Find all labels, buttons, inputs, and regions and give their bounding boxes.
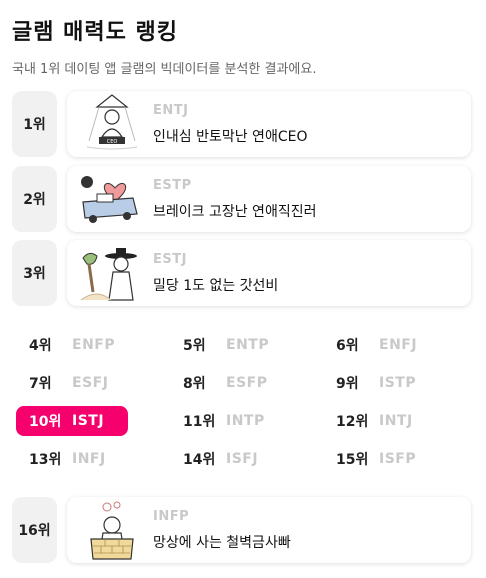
well-character-icon — [90, 501, 134, 560]
grid-rank-item[interactable]: 15위 ISFP — [323, 444, 435, 474]
grid-rank: 8위 — [183, 376, 206, 392]
grid-rank: 11위 — [183, 414, 216, 430]
grid-rank-item[interactable]: 4위 ENFP — [16, 330, 128, 360]
type-nickname: 밀당 1도 없는 갓선비 — [153, 278, 279, 294]
rank-card[interactable]: ESTP 브레이크 고장난 연애직진러 — [67, 166, 471, 232]
grid-type: ISFP — [379, 451, 417, 467]
rank-row-3[interactable]: 3위 ESTJ 밀당 1도 없는 갓선비 — [12, 240, 471, 306]
grid-type: ISFJ — [226, 451, 259, 467]
page-title: 글램 매력도 랭킹 — [12, 20, 178, 45]
car-heart-icon — [81, 176, 138, 223]
grid-type: ISTP — [379, 375, 417, 391]
scholar-gat-icon — [80, 248, 137, 301]
grid-rank-item[interactable]: 14위 ISFJ — [170, 444, 282, 474]
grid-rank: 9위 — [336, 376, 359, 392]
mbti-type: ESTP — [153, 178, 192, 193]
rank-badge: 3위 — [12, 240, 57, 306]
grid-rank: 7위 — [29, 376, 52, 392]
ceo-character-icon: CEO — [86, 94, 138, 150]
rank-card[interactable]: INFP 망상에 사는 철벽금사빠 — [67, 497, 471, 563]
rank-row-16[interactable]: 16위 INFP 망상에 사는 철벽금사빠 — [12, 497, 471, 563]
grid-rank-item[interactable]: 5위 ENTP — [170, 330, 282, 360]
rank-row-2[interactable]: 2위 ESTP 브레이크 고장난 연애직진러 — [12, 166, 471, 232]
grid-rank: 4위 — [29, 338, 52, 354]
grid-type: ISTJ — [72, 413, 105, 429]
grid-rank-item[interactable]: 6위 ENFJ — [323, 330, 435, 360]
grid-rank: 15위 — [336, 452, 369, 468]
mbti-type: ENTJ — [153, 103, 189, 118]
grid-type: INTP — [226, 413, 265, 429]
grid-rank: 6위 — [336, 338, 359, 354]
rank-badge: 16위 — [12, 497, 57, 563]
grid-type: ENFP — [72, 337, 116, 353]
type-nickname: 망상에 사는 철벽금사빠 — [153, 535, 291, 551]
page-subtitle: 국내 1위 데이팅 앱 글램의 빅데이터를 분석한 결과에요. — [12, 62, 317, 77]
grid-rank-item[interactable]: 11위 INTP — [170, 406, 282, 436]
grid-type: ESFJ — [72, 375, 109, 391]
grid-type: ESFP — [226, 375, 268, 391]
grid-type: INTJ — [379, 413, 413, 429]
grid-rank: 13위 — [29, 452, 62, 468]
grid-rank-item[interactable]: 13위 INFJ — [16, 444, 128, 474]
grid-rank-item[interactable]: 9위 ISTP — [323, 368, 435, 398]
rank-badge: 1위 — [12, 91, 57, 157]
rank-badge: 2위 — [12, 166, 57, 232]
grid-type: INFJ — [72, 451, 106, 467]
grid-rank: 14위 — [183, 452, 216, 468]
grid-rank-item-highlighted[interactable]: 10위 ISTJ — [16, 406, 128, 436]
rank-card[interactable]: CEO ENTJ 인내심 반토막난 연애CEO — [67, 91, 471, 157]
grid-rank-item[interactable]: 8위 ESFP — [170, 368, 282, 398]
grid-rank-item[interactable]: 12위 INTJ — [323, 406, 435, 436]
rank-row-1[interactable]: 1위 CEO ENTJ 인내심 반토막난 연애CEO — [12, 91, 471, 157]
grid-rank: 10위 — [29, 414, 62, 430]
mbti-type: INFP — [153, 509, 190, 524]
grid-rank: 12위 — [336, 414, 369, 430]
svg-text:CEO: CEO — [107, 139, 118, 145]
grid-rank: 5위 — [183, 338, 206, 354]
grid-type: ENFJ — [379, 337, 418, 353]
mbti-type: ESTJ — [153, 252, 187, 267]
type-nickname: 인내심 반토막난 연애CEO — [153, 129, 308, 145]
grid-rank-item[interactable]: 7위 ESFJ — [16, 368, 128, 398]
type-nickname: 브레이크 고장난 연애직진러 — [153, 204, 317, 220]
grid-type: ENTP — [226, 337, 270, 353]
rank-card[interactable]: ESTJ 밀당 1도 없는 갓선비 — [67, 240, 471, 306]
